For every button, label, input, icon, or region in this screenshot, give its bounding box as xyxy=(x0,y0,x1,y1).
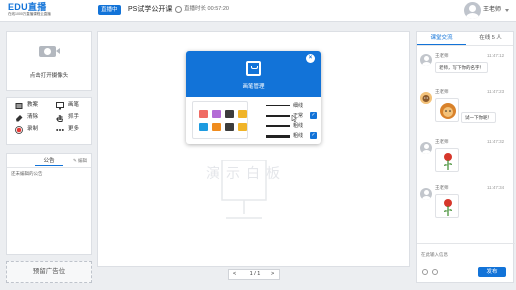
clock-icon xyxy=(175,6,182,13)
sticker-bubble xyxy=(435,98,459,122)
rose-sticker-icon xyxy=(444,153,452,170)
chat-input[interactable] xyxy=(421,248,509,260)
tool-label: 录制 xyxy=(27,126,39,132)
line-width-label: 粗线 xyxy=(293,133,304,139)
teacher-name[interactable]: 王老师 xyxy=(483,5,501,15)
message-bubble: 老师，写下你的名字！ xyxy=(435,62,488,73)
camera-icon[interactable] xyxy=(39,46,56,57)
color-swatch[interactable] xyxy=(225,110,234,118)
tool-pen[interactable]: 画笔 xyxy=(56,100,92,111)
notice-panel: 公告 ✎ 编辑 还未编辑的公告 xyxy=(6,153,92,255)
close-icon[interactable]: × xyxy=(306,54,315,63)
live-duration-value: 00:57:20 xyxy=(207,6,229,12)
board-pager: < 1 / 1 > xyxy=(228,269,280,280)
avatar xyxy=(420,188,432,200)
avatar xyxy=(420,92,432,104)
message-time: 11:47:23 xyxy=(487,89,505,94)
whiteboard-watermark: 演示白板 xyxy=(206,165,286,181)
sender-name: 王老师 xyxy=(435,89,449,94)
tab-online-users[interactable]: 在线 5 人 xyxy=(466,32,515,45)
color-swatch[interactable] xyxy=(225,123,234,131)
eraser-icon xyxy=(16,115,23,122)
tool-label: 抓手 xyxy=(68,114,80,120)
image-icon[interactable] xyxy=(432,269,438,275)
chat-input-area: 发布 xyxy=(417,243,515,284)
tab-class-chat[interactable]: 课堂交流 xyxy=(417,32,466,45)
color-swatch[interactable] xyxy=(199,123,208,131)
color-palette xyxy=(192,101,248,139)
divider xyxy=(417,45,513,46)
edit-notice-label: 编辑 xyxy=(78,158,88,163)
live-status-badge: 直播中 xyxy=(98,5,121,15)
modal-header: 画笔管理 × xyxy=(186,51,321,97)
avatar xyxy=(420,142,432,154)
tool-label: 更多 xyxy=(68,126,80,132)
lesson-plan-icon xyxy=(15,103,23,109)
notice-tab[interactable]: 公告 xyxy=(35,156,63,166)
lion-sticker-icon xyxy=(440,103,456,119)
tool-hand[interactable]: 抓手 xyxy=(56,112,92,123)
chevron-down-icon[interactable] xyxy=(505,9,509,12)
teacher-avatar[interactable] xyxy=(464,2,481,19)
logo-sub-text: 在线1000万直播课程云直播 xyxy=(8,12,51,16)
rose-sticker-icon xyxy=(444,199,452,216)
color-swatch[interactable] xyxy=(212,123,221,131)
record-icon xyxy=(15,126,23,134)
pen-icon xyxy=(56,102,64,110)
line-width-label: 细线 xyxy=(293,103,304,109)
color-swatch[interactable] xyxy=(199,110,208,118)
tool-record[interactable]: 录制 xyxy=(15,124,51,135)
hand-icon xyxy=(56,115,63,122)
top-bar: EDU直播 在线1000万直播课程云直播 直播中 PS试学公开课 直播时长 00… xyxy=(0,0,516,22)
sender-name: 王老师 xyxy=(435,53,449,58)
pen-box-icon xyxy=(246,61,261,76)
tool-eraser[interactable]: 清除 xyxy=(15,112,51,123)
next-page-button[interactable]: > xyxy=(271,270,274,279)
message-bubble: 试一下你呢！ xyxy=(461,112,496,123)
notice-text: 还未编辑的公告 xyxy=(11,171,43,176)
send-button[interactable]: 发布 xyxy=(478,267,506,277)
checkmark-icon: ✓ xyxy=(310,112,317,119)
pen-settings-modal: 画笔管理 × 细线 正常 ✓ 粗线 粗线 ✓ xyxy=(186,51,321,144)
sticker-bubble xyxy=(435,148,459,172)
tool-label: 清除 xyxy=(27,114,39,120)
logo: EDU直播 在线1000万直播课程云直播 xyxy=(8,3,51,17)
open-camera-label[interactable]: 点击打开摄像头 xyxy=(7,71,91,79)
message-time: 11:47:32 xyxy=(487,139,505,144)
sender-name: 王老师 xyxy=(435,185,449,190)
live-status-text: 直播中 xyxy=(101,7,118,13)
line-width-label: 粗线 xyxy=(293,123,304,129)
avatar xyxy=(420,54,432,66)
tool-label: 教案 xyxy=(27,102,39,108)
logo-main-text: EDU直播 xyxy=(8,2,47,12)
pointer-cursor-icon xyxy=(291,115,297,122)
divider xyxy=(7,167,91,168)
sender-name: 王老师 xyxy=(435,139,449,144)
edit-notice-button[interactable]: ✎ 编辑 xyxy=(73,157,87,165)
ad-text: 预留广告位 xyxy=(32,268,66,275)
course-title: PS试学公开课 xyxy=(128,6,173,13)
more-icon xyxy=(56,129,64,131)
tool-more[interactable]: 更多 xyxy=(56,124,92,135)
checkmark-icon: ✓ xyxy=(310,132,317,139)
modal-title: 画笔管理 xyxy=(242,84,265,90)
ad-placeholder: 预留广告位 xyxy=(6,261,92,283)
color-swatch[interactable] xyxy=(238,123,247,131)
message-time: 11:47:34 xyxy=(487,185,505,190)
pencil-icon: ✎ xyxy=(73,158,77,163)
emoji-icon[interactable] xyxy=(422,269,428,275)
color-swatch[interactable] xyxy=(238,110,247,118)
chat-panel: 课堂交流 在线 5 人 王老师 11:47:12 老师，写下你的名字！ 王老师 … xyxy=(416,31,515,284)
prev-page-button[interactable]: < xyxy=(233,270,236,279)
camera-panel[interactable]: 点击打开摄像头 xyxy=(6,31,92,91)
color-swatch[interactable] xyxy=(212,110,221,118)
live-duration-label: 直播时长 xyxy=(184,6,207,12)
live-duration: 直播时长 00:57:20 xyxy=(184,5,229,14)
message-time: 11:47:12 xyxy=(487,53,505,58)
tools-panel: 教案 画笔 清除 抓手 录制 更多 xyxy=(6,97,92,145)
tool-label: 画笔 xyxy=(68,102,80,108)
tool-lesson-plan[interactable]: 教案 xyxy=(15,100,51,111)
page-indicator: 1 / 1 xyxy=(249,271,261,277)
sticker-bubble xyxy=(435,194,459,218)
